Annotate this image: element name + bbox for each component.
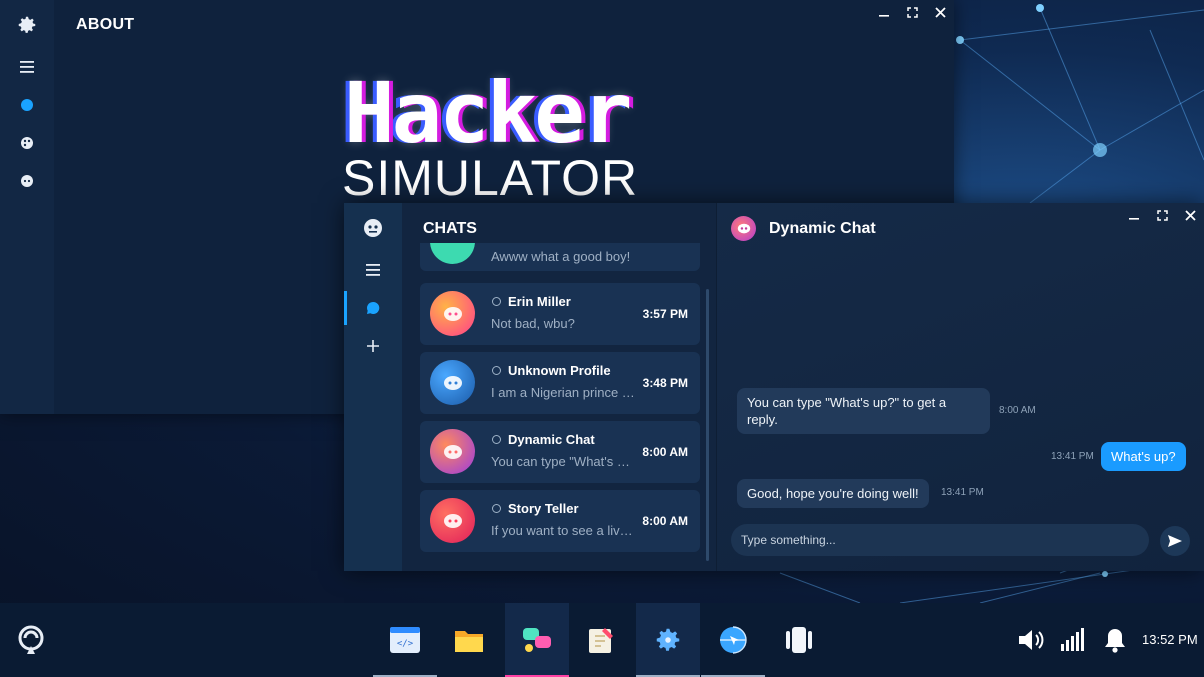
taskbar: </> [0, 603, 1204, 677]
maximize-icon[interactable] [898, 0, 926, 24]
avatar [430, 291, 475, 336]
send-button[interactable] [1160, 526, 1190, 556]
close-icon[interactable] [926, 0, 954, 24]
notes-icon [587, 626, 615, 654]
chat-name: Story Teller [508, 501, 579, 516]
system-clock: 13:52 PM [1142, 632, 1198, 647]
status-badge [492, 435, 501, 444]
avatar [430, 360, 475, 405]
gear-icon[interactable] [0, 10, 54, 40]
logo-subtitle: SIMULATOR [342, 150, 638, 206]
face-icon[interactable] [0, 166, 54, 196]
avatar [430, 498, 475, 543]
svg-text:</>: </> [397, 639, 414, 649]
face-icon[interactable] [344, 211, 402, 245]
chat-preview: I am a Nigerian prince … [491, 385, 635, 400]
taskbar-app-browser[interactable] [701, 603, 765, 677]
message-time: 13:41 PM [941, 487, 984, 498]
message-input[interactable]: Type something... [731, 524, 1149, 556]
chat-time: 3:48 PM [643, 376, 688, 390]
start-logo-icon [15, 624, 47, 656]
avatar [430, 429, 475, 474]
taskbar-app-files[interactable] [437, 603, 501, 677]
phone-icon [784, 626, 814, 654]
status-badge [492, 504, 501, 513]
chat-preview: Awww what a good boy! [491, 249, 635, 264]
browser-icon [718, 625, 748, 655]
send-icon [1167, 533, 1183, 549]
chat-preview: If you want to see a liv… [491, 523, 635, 538]
start-button[interactable] [14, 623, 48, 657]
taskbar-app-phone[interactable] [767, 603, 831, 677]
avatar [430, 243, 475, 264]
status-badge [492, 366, 501, 375]
status-badge [492, 297, 501, 306]
list-item[interactable]: Unknown Profile I am a Nigerian prince …… [420, 352, 700, 414]
about-window-controls [870, 0, 954, 24]
volume-icon[interactable] [1014, 623, 1048, 657]
chats-heading: CHATS [423, 220, 477, 238]
list-item[interactable]: Dynamic Chat You can type "What's u… 8:0… [420, 421, 700, 483]
chat-list: Awww what a good boy! Erin Miller Not ba… [414, 243, 710, 565]
signal-icon[interactable] [1056, 623, 1090, 657]
message-bubble-outgoing: What's up? [1101, 442, 1186, 471]
list-item[interactable]: Story Teller If you want to see a liv… 8… [420, 490, 700, 552]
chats-sidebar [344, 203, 402, 571]
chat-time: 8:00 AM [642, 445, 688, 459]
list-item[interactable]: Erin Miller Not bad, wbu? 3:57 PM [420, 283, 700, 345]
conversation-title: Dynamic Chat [769, 220, 876, 238]
window-title: ABOUT [76, 16, 134, 34]
minimize-icon[interactable] [870, 0, 898, 24]
taskbar-app-notes[interactable] [569, 603, 633, 677]
chat-preview: Not bad, wbu? [491, 316, 635, 331]
chat-list-scrollbar[interactable] [706, 289, 709, 561]
chat-time: 8:00 AM [642, 514, 688, 528]
taskbar-app-chats[interactable] [505, 603, 569, 677]
message-bubble-incoming: You can type "What's up?" to get a reply… [737, 388, 990, 434]
plus-icon[interactable] [344, 329, 402, 363]
taskbar-app-code-editor[interactable]: </> [373, 603, 437, 677]
avatar [731, 216, 756, 241]
palette-icon[interactable] [0, 128, 54, 158]
menu-icon[interactable] [0, 52, 54, 82]
message-time: 13:41 PM [1051, 451, 1094, 462]
chats-window: CHATS Awww what a good boy! Erin Miller … [344, 203, 1204, 571]
chat-preview: You can type "What's u… [491, 454, 635, 469]
chat-bubble-icon[interactable] [344, 291, 402, 325]
list-item[interactable]: Awww what a good boy! [420, 243, 700, 271]
menu-icon[interactable] [344, 253, 402, 287]
chat-time: 3:57 PM [643, 307, 688, 321]
chat-name: Dynamic Chat [508, 432, 595, 447]
conversation-panel: Dynamic Chat You can type "What's up?" t… [717, 203, 1204, 571]
about-sidebar [0, 0, 54, 414]
info-icon[interactable] [0, 90, 54, 120]
chat-app-icon [521, 626, 553, 654]
message-time: 8:00 AM [999, 405, 1036, 416]
maximize-icon[interactable] [1148, 203, 1176, 227]
chat-name: Unknown Profile [508, 363, 611, 378]
logo-title: Hacker [344, 68, 629, 158]
settings-icon [653, 625, 683, 655]
taskbar-app-settings[interactable] [636, 603, 700, 677]
notification-bell-icon[interactable] [1098, 623, 1132, 657]
chat-name: Erin Miller [508, 294, 571, 309]
minimize-icon[interactable] [1120, 203, 1148, 227]
close-icon[interactable] [1176, 203, 1204, 227]
folder-icon [454, 627, 484, 653]
code-editor-icon: </> [390, 627, 420, 653]
chats-window-controls [1120, 203, 1204, 227]
message-bubble-incoming: Good, hope you're doing well! [737, 479, 929, 508]
